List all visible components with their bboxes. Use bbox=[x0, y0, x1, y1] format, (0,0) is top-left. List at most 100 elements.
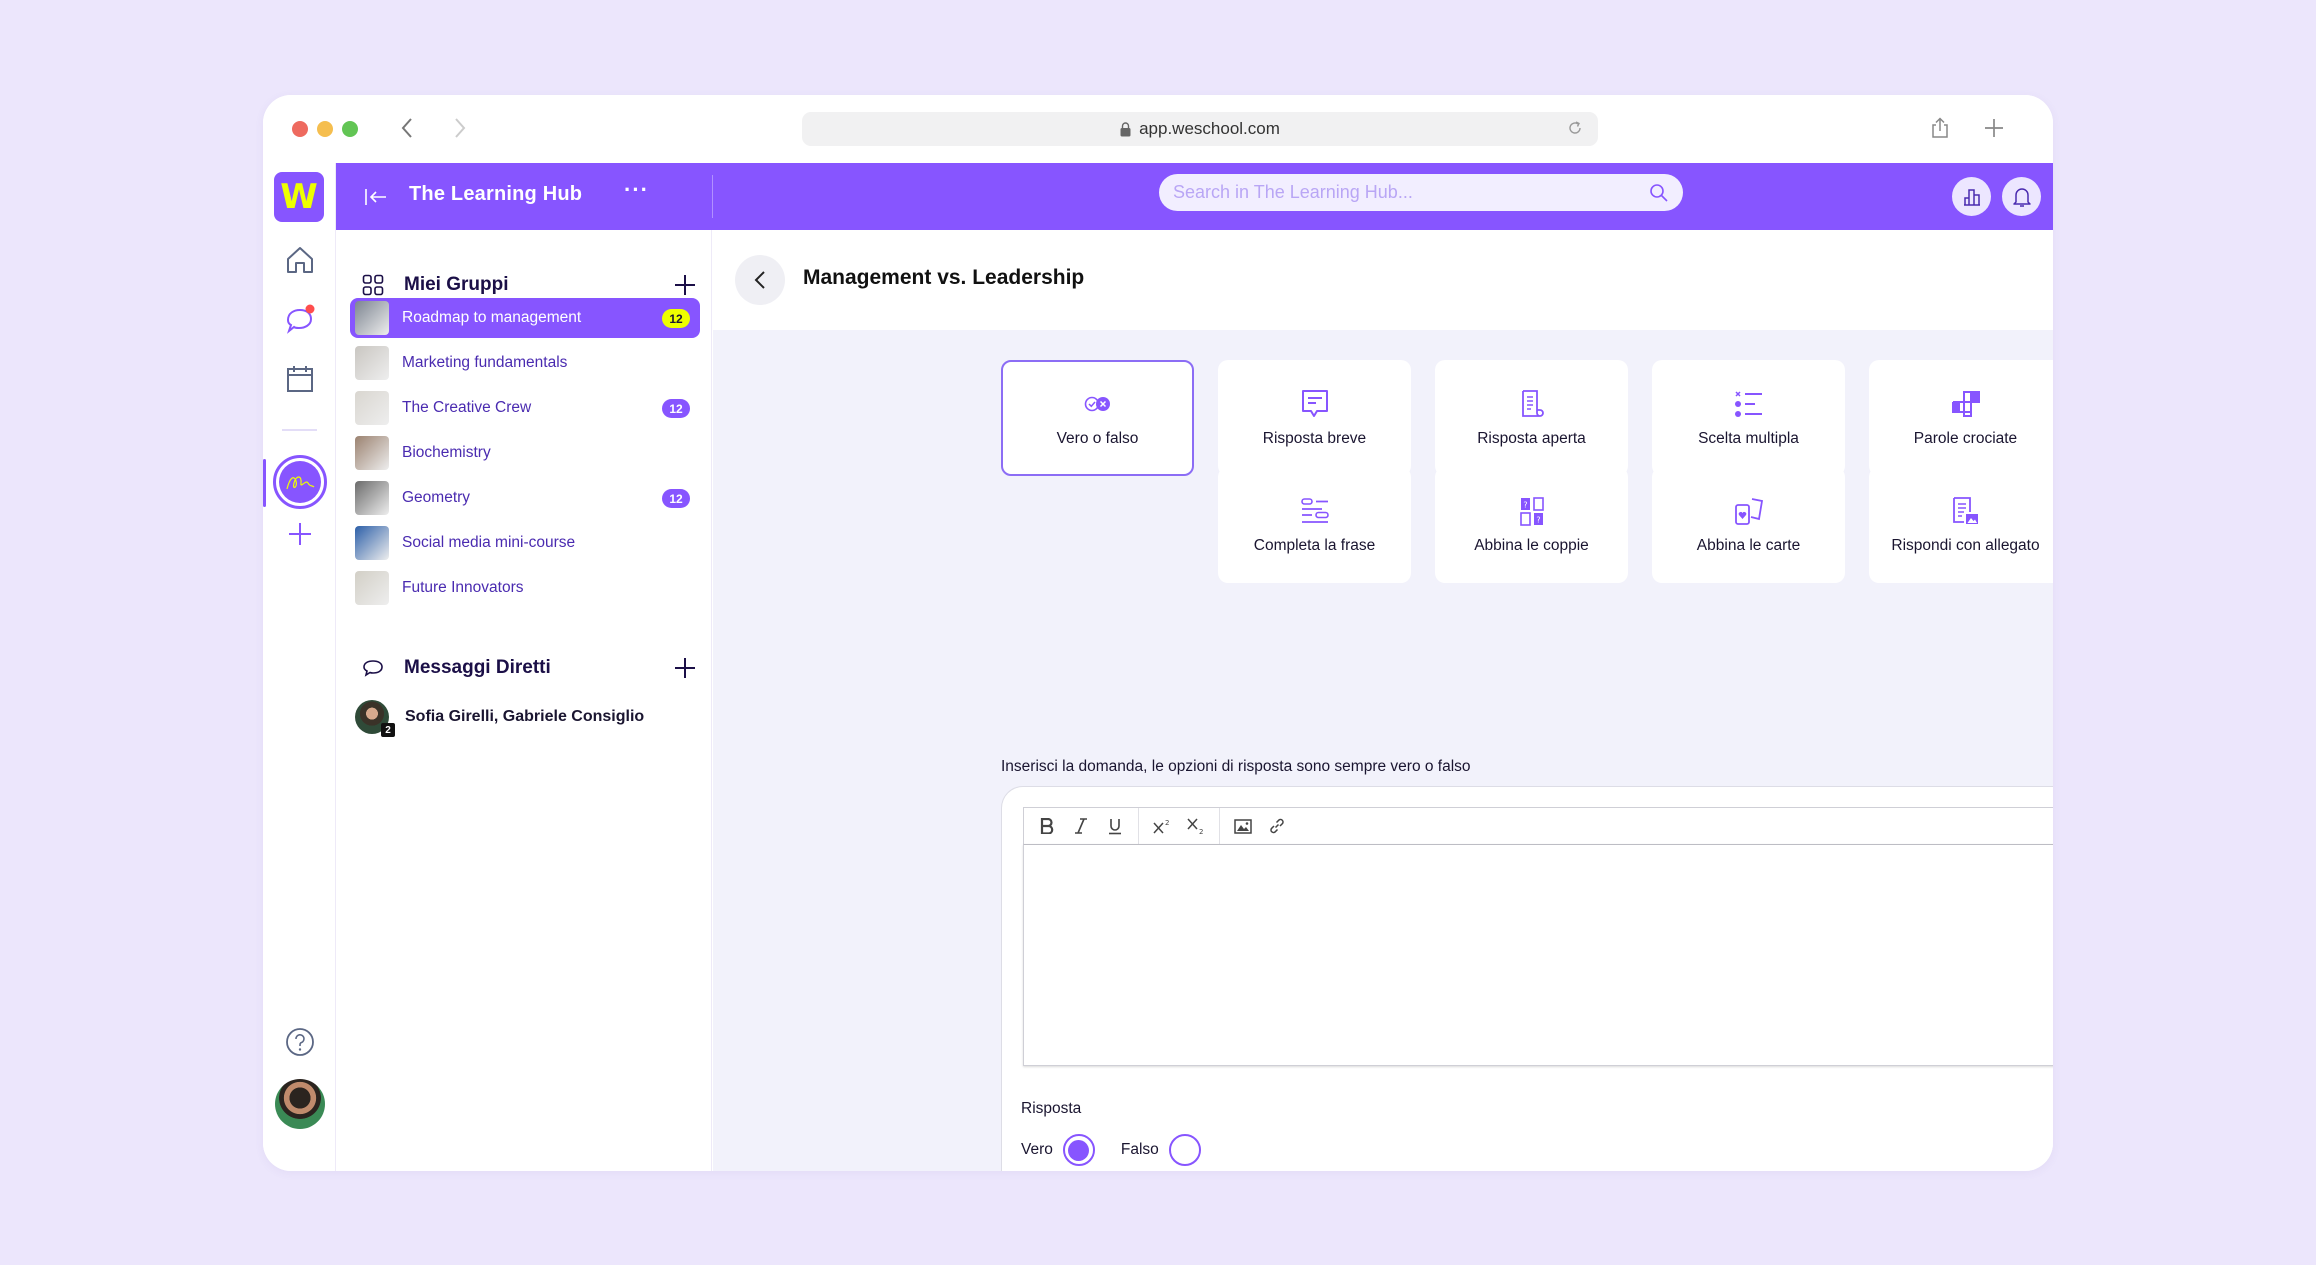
search-input[interactable] bbox=[1173, 182, 1649, 203]
group-name: Geometry bbox=[402, 489, 471, 506]
sidebar-group-item[interactable]: Biochemistry bbox=[350, 433, 700, 473]
underline-icon bbox=[1109, 818, 1121, 834]
scribble-logo-icon bbox=[286, 476, 315, 490]
maximize-window-button[interactable] bbox=[342, 121, 358, 137]
bold-button[interactable] bbox=[1030, 811, 1064, 841]
home-button[interactable] bbox=[283, 243, 317, 277]
superscript-icon: 2 bbox=[1153, 819, 1169, 834]
chevron-left-icon bbox=[401, 118, 412, 138]
sidebar-group-item[interactable]: Marketing fundamentals bbox=[350, 343, 700, 383]
group-list: Roadmap to management 12 Marketing fundame… bbox=[350, 298, 700, 613]
add-space-button[interactable] bbox=[283, 517, 317, 551]
calendar-icon bbox=[287, 366, 313, 392]
dm-name: Sofia Girelli, Gabriele Consiglio bbox=[405, 708, 645, 725]
underline-button[interactable] bbox=[1098, 811, 1132, 841]
home-icon bbox=[287, 247, 313, 273]
unread-badge: 12 bbox=[662, 309, 690, 328]
notifications-button[interactable] bbox=[2002, 177, 2041, 216]
svg-text:?: ? bbox=[1536, 516, 1540, 525]
back-button[interactable] bbox=[735, 255, 785, 305]
subscript-button[interactable]: 2 bbox=[1179, 811, 1213, 841]
calendar-button[interactable] bbox=[283, 362, 317, 396]
question-type-tile[interactable]: Parole crociate bbox=[1869, 360, 2053, 476]
analytics-button[interactable] bbox=[1952, 177, 1991, 216]
sidebar-group-item[interactable]: Future Innovators bbox=[350, 568, 700, 608]
share-button[interactable] bbox=[1923, 111, 1957, 145]
dm-avatar: 2 bbox=[355, 700, 395, 737]
true-false-icon bbox=[1080, 388, 1116, 420]
question-type-label: Completa la frase bbox=[1253, 537, 1376, 554]
weschool-logo[interactable]: W bbox=[274, 172, 324, 222]
group-thumbnail bbox=[355, 526, 389, 560]
question-type-tile[interactable]: Abbina le carte bbox=[1652, 467, 1845, 583]
insert-image-button[interactable] bbox=[1226, 811, 1260, 841]
answer-option-true[interactable]: Vero bbox=[1021, 1134, 1095, 1166]
question-type-label: Parole crociate bbox=[1913, 430, 2018, 447]
sidebar-group-item[interactable]: Roadmap to management 12 bbox=[350, 298, 700, 338]
user-avatar[interactable] bbox=[275, 1079, 325, 1129]
match-pairs-icon: ?? bbox=[1514, 495, 1550, 527]
reload-icon[interactable] bbox=[1566, 119, 1584, 137]
question-type-tile[interactable]: Rispondi con allegato bbox=[1869, 467, 2053, 583]
insert-link-button[interactable] bbox=[1260, 811, 1294, 841]
group-name: Social media mini-course bbox=[402, 534, 576, 551]
groups-section-header: Miei Gruppi bbox=[350, 268, 700, 302]
multiple-choice-icon bbox=[1731, 388, 1767, 420]
messages-button[interactable] bbox=[283, 302, 317, 336]
question-type-tile[interactable]: ?? Abbina le coppie bbox=[1435, 467, 1628, 583]
attachment-answer-icon bbox=[1948, 495, 1984, 527]
plus-icon bbox=[289, 523, 311, 545]
address-bar[interactable]: app.weschool.com bbox=[802, 112, 1598, 146]
radio-false[interactable] bbox=[1168, 1134, 1201, 1166]
space-options-button[interactable]: ··· bbox=[624, 177, 649, 203]
dm-section-header: Messaggi Diretti bbox=[350, 651, 700, 685]
unread-badge: 12 bbox=[662, 489, 690, 508]
italic-button[interactable] bbox=[1064, 811, 1098, 841]
minimize-window-button[interactable] bbox=[317, 121, 333, 137]
search-icon[interactable] bbox=[1649, 183, 1669, 203]
superscript-button[interactable]: 2 bbox=[1145, 811, 1179, 841]
page-title: Management vs. Leadership bbox=[803, 266, 1085, 289]
browser-back-button[interactable] bbox=[392, 113, 422, 143]
question-type-tile[interactable]: Scelta multipla bbox=[1652, 360, 1845, 476]
radio-true[interactable] bbox=[1062, 1134, 1095, 1166]
search-bar[interactable] bbox=[1159, 174, 1683, 211]
space-avatar-learning-hub[interactable] bbox=[273, 455, 327, 509]
browser-forward-button[interactable] bbox=[445, 113, 475, 143]
question-type-tile[interactable]: Completa la frase bbox=[1218, 467, 1411, 583]
group-name: Future Innovators bbox=[402, 579, 524, 596]
radio-checked-dot bbox=[1068, 1139, 1090, 1161]
new-tab-button[interactable] bbox=[1977, 111, 2011, 145]
question-type-label: Vero o falso bbox=[1056, 430, 1139, 447]
sidebar-group-item[interactable]: Geometry 12 bbox=[350, 478, 700, 518]
question-type-label: Risposta aperta bbox=[1477, 430, 1586, 447]
collapse-sidebar-button[interactable] bbox=[362, 183, 390, 211]
groups-section-title: Miei Gruppi bbox=[404, 274, 509, 295]
question-text-area[interactable] bbox=[1023, 844, 2053, 1066]
help-button[interactable] bbox=[283, 1025, 317, 1059]
unread-badge: 12 bbox=[662, 399, 690, 418]
browser-window: app.weschool.com W The Learning Hub ··· … bbox=[263, 95, 2053, 1171]
question-editor-card: 2 2 Risposta Vero Falso bbox=[1001, 786, 2053, 1171]
question-type-tile[interactable]: Risposta aperta bbox=[1435, 360, 1628, 476]
add-group-button[interactable] bbox=[670, 270, 700, 300]
app-rail: W bbox=[263, 163, 336, 1171]
url-text: app.weschool.com bbox=[1139, 119, 1280, 138]
main-content: Management vs. Leadership Vero o falso Ri… bbox=[713, 230, 2053, 1171]
collapse-left-icon bbox=[365, 189, 386, 205]
chat-icon bbox=[286, 304, 315, 334]
close-window-button[interactable] bbox=[292, 121, 308, 137]
editor-toolbar: 2 2 bbox=[1023, 807, 2053, 845]
group-thumbnail bbox=[355, 436, 389, 470]
dm-item[interactable]: 2 Sofia Girelli, Gabriele Consiglio bbox=[355, 699, 695, 737]
group-thumbnail bbox=[355, 301, 389, 335]
sidebar-group-item[interactable]: Social media mini-course bbox=[350, 523, 700, 563]
plus-icon bbox=[675, 275, 695, 295]
add-dm-button[interactable] bbox=[670, 653, 700, 683]
sidebar-group-item[interactable]: The Creative Crew 12 bbox=[350, 388, 700, 428]
answer-option-false[interactable]: Falso bbox=[1121, 1134, 1201, 1166]
question-type-tile[interactable]: Risposta breve bbox=[1218, 360, 1411, 476]
question-type-tile[interactable]: Vero o falso bbox=[1001, 360, 1194, 476]
share-icon bbox=[1932, 117, 1948, 138]
bar-chart-icon bbox=[1963, 188, 1980, 206]
